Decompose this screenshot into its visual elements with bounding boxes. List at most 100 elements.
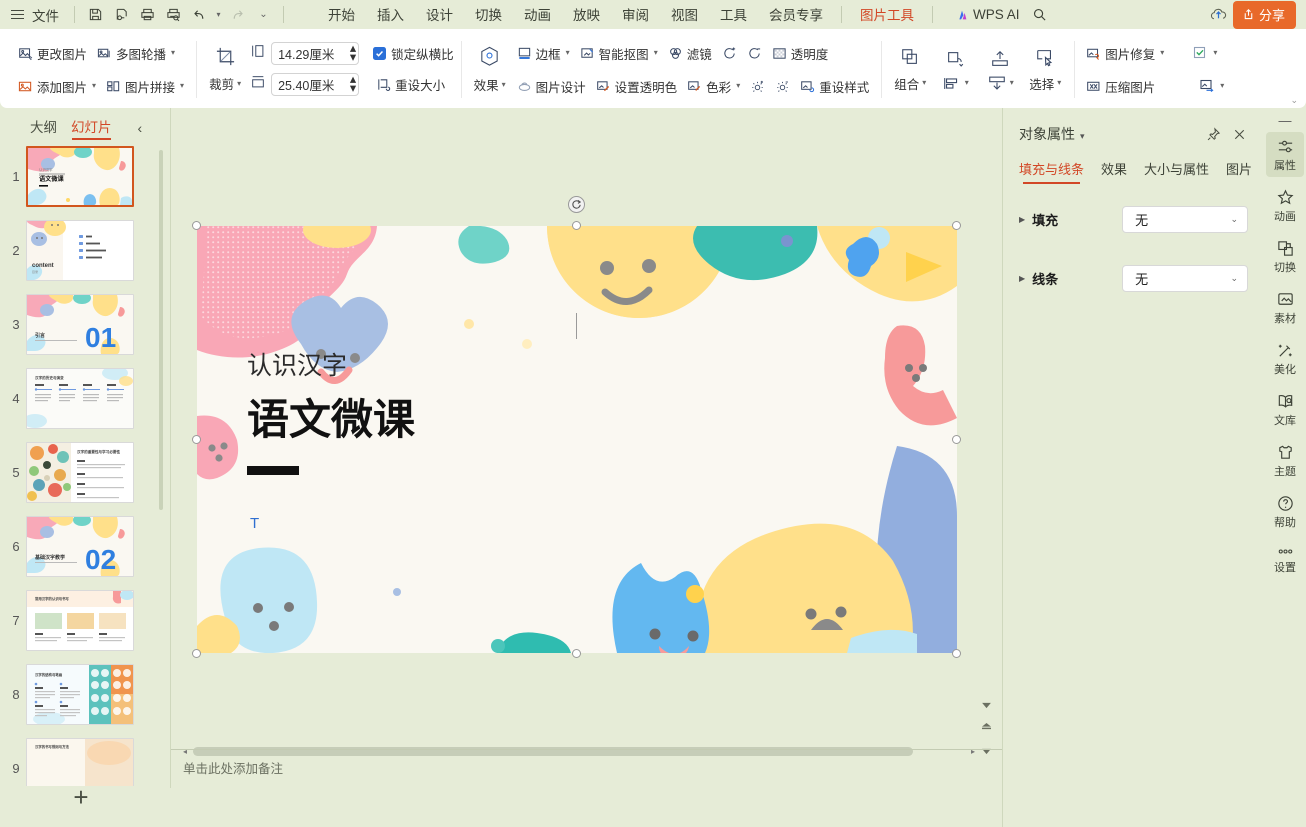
rotation-handle[interactable] [568,196,585,213]
tab-effects[interactable]: 效果 [1101,159,1127,184]
list-item[interactable]: 8 汉字的结构与笔画 [0,664,170,725]
chevron-down-icon[interactable]: ▾ [1160,49,1164,57]
print-preview-icon[interactable] [160,3,186,26]
tab-tools[interactable]: 工具 [709,0,758,29]
chevron-down-icon[interactable]: ▾ [1010,79,1014,87]
search-icon[interactable] [1027,3,1053,26]
rail-item-transition[interactable]: 切换 [1266,234,1304,279]
picture-repair-button[interactable]: 图片修复 ▾ [1081,40,1169,67]
rail-item-the!me[interactable]: 主题 [1266,438,1304,483]
slide-thumbnail-5[interactable]: 汉字的重要性与学习必要性 [26,442,134,503]
slide-panel-scrollbar[interactable] [159,150,163,510]
selection-handle-s[interactable] [572,649,581,658]
rail-item-help[interactable]: 帮助 [1266,489,1304,534]
redo-icon[interactable] [224,3,250,26]
selection-handle-nw[interactable] [192,221,201,230]
decrease-contrast-button[interactable] [770,73,795,100]
ribbon-collapse-handle[interactable]: ⌄ [1290,95,1298,106]
chevron-down-icon[interactable]: ▾ [502,80,506,89]
slide-thumbnail-4[interactable]: 汉字的历史与演变 [26,368,134,429]
tab-picture-tools[interactable]: 图片工具 [849,0,925,31]
list-item[interactable]: 2 content 目录 [0,220,170,281]
fill-select[interactable]: 无 ⌄ [1122,206,1248,233]
chevron-down-icon[interactable]: ▾ [237,79,241,88]
expand-triangle-icon[interactable]: ▶ [1019,274,1025,283]
undo-dropdown-icon[interactable]: ▾ [212,3,224,26]
chevron-down-icon[interactable]: ▾ [1213,49,1217,57]
slide-thumbnail-6[interactable]: 基础汉字教学 02 [26,516,134,577]
chevron-down-icon[interactable]: ▾ [1057,79,1061,87]
tab-transition[interactable]: 切换 [464,0,513,29]
picture-height-input[interactable]: 14.29厘米 ▴ ▾ [271,41,360,65]
save-as-icon[interactable] [108,3,134,26]
list-item[interactable]: 9 汉字的书写规则与方法 [0,738,170,786]
change-picture-button[interactable]: 更改图片 [13,40,92,67]
slide-canvas[interactable]: 认识汉字 语文微课 T [197,226,957,653]
list-item[interactable]: 3 引言 01 [0,294,170,355]
print-icon[interactable] [134,3,160,26]
rail-item-beautify[interactable]: 美化 [1266,336,1304,381]
slide-thumbnail-2[interactable]: content 目录 [26,220,134,281]
height-stepper[interactable]: ▴ ▾ [350,42,356,63]
rail-item-library[interactable]: 文库 [1266,387,1304,432]
chevron-down-icon[interactable]: ▾ [1220,82,1224,90]
selection-handle-w[interactable] [192,435,201,444]
expand-triangle-icon[interactable]: ▶ [1019,215,1025,224]
app-menu-icon[interactable] [6,9,28,20]
rotate-button[interactable]: ▾ [933,39,977,101]
close-icon[interactable] [1226,122,1252,146]
tab-review[interactable]: 审阅 [611,0,660,29]
chevron-down-icon[interactable]: ⌄ [1230,214,1238,225]
chevron-down-icon[interactable]: ⌄ [1230,273,1238,284]
smart-cutout-button[interactable]: 智能抠图 ▾ [575,40,663,67]
notes-pane[interactable]: 单击此处添加备注 [171,749,1003,788]
add-picture-button[interactable]: 添加图片 ▾ [13,73,101,100]
select-button[interactable]: 选择 ▾ [1023,39,1067,101]
undo-icon[interactable] [186,3,212,26]
list-item[interactable]: 7 常用汉字的认识与书写 [0,590,170,651]
tab-start[interactable]: 开始 [317,0,366,29]
chevron-down-icon[interactable]: ▾ [922,79,926,87]
minimize-icon[interactable]: — [1264,108,1306,132]
picture-swap-button[interactable]: ▾ [1194,73,1229,100]
tab-design[interactable]: 设计 [415,0,464,29]
border-button[interactable]: 边框 ▾ [512,40,575,67]
list-item[interactable]: 6 基础汉字教学 02 [0,516,170,577]
tab-outline[interactable]: 大纲 [30,116,57,140]
multi-carousel-button[interactable]: 多图轮播 ▾ [92,40,180,67]
chevron-down-icon[interactable]: ▾ [654,49,658,57]
crop-button[interactable]: 裁剪 ▾ [203,39,247,101]
picture-width-input[interactable]: 25.40厘米 ▴ ▾ [271,72,360,96]
selection-handle-n[interactable] [572,221,581,230]
slide-thumbnail-3[interactable]: 引言 01 [26,294,134,355]
quick-access-more-icon[interactable]: ⌄ [250,3,276,26]
share-button[interactable]: 分享 [1232,0,1296,29]
reset-size-button[interactable]: 重设大小 [371,71,450,98]
tab-slides[interactable]: 幻灯片 [71,116,112,140]
list-item[interactable]: 5 汉字的重要性与学习必要性 [0,442,170,503]
increase-brightness-button[interactable] [717,40,742,67]
reset-style-button[interactable]: 重设样式 [795,73,874,100]
save-icon[interactable] [82,3,108,26]
slide-thumbnail-7[interactable]: 常用汉字的认识与书写 [26,590,134,651]
chevron-down-icon[interactable]: ▾ [92,82,96,90]
properties-title[interactable]: 对象属性 ▾ [1019,124,1085,144]
list-item[interactable]: 4 汉字的历史与演变 [0,368,170,429]
tab-picture[interactable]: 图片 [1226,159,1252,184]
previous-slide-button[interactable] [981,696,992,714]
rail-item-animation[interactable]: 动画 [1266,183,1304,228]
tab-view[interactable]: 视图 [660,0,709,29]
chevron-down-icon[interactable]: ▾ [171,49,175,57]
compress-picture-button[interactable]: 压缩图片 [1081,73,1160,100]
width-stepper[interactable]: ▴ ▾ [350,73,356,94]
cloud-upload-icon[interactable] [1205,3,1233,27]
effects-button[interactable]: 效果 ▾ [468,39,512,101]
chevron-down-icon[interactable]: ▾ [965,79,969,87]
increase-contrast-button[interactable] [745,73,770,100]
selection-handle-sw[interactable] [192,649,201,658]
tab-animation[interactable]: 动画 [513,0,562,29]
tab-member[interactable]: 会员专享 [758,0,834,29]
decrease-brightness-button[interactable] [742,40,767,67]
fit-slide-button[interactable] [981,719,992,737]
picture-design-button[interactable]: 图片设计 [512,73,591,100]
